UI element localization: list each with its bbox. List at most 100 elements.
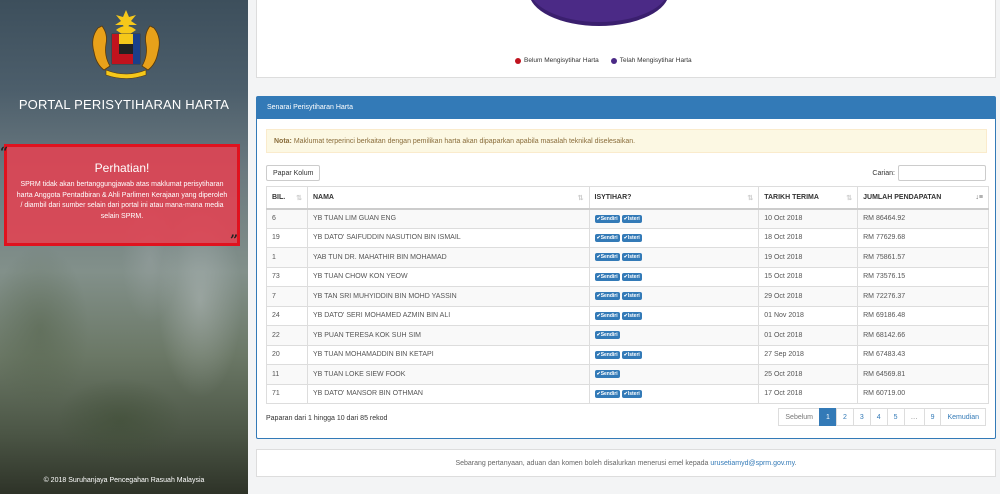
sort-desc-icon: ↓≡: [975, 194, 983, 201]
table-info: Paparan dari 1 hingga 10 dari 85 rekod: [266, 415, 388, 422]
pagination-prev-button[interactable]: Sebelum: [778, 408, 821, 426]
column-header-tarikh[interactable]: TARIKH TERIMA ⇅: [758, 186, 859, 210]
footer: Sebarang pertanyaan, aduan dan komen bol…: [256, 449, 996, 477]
table-row[interactable]: 24 YB DATO' SERI MOHAMED AZMIN BIN ALI ✔Se…: [266, 305, 989, 326]
declaration-table: BIL. ⇅ NAMA ⇅ ISYTIHAR? ⇅ TARIKH TERIMA ⇅ JU…: [266, 186, 989, 404]
table-row[interactable]: 19 YB DATO' SAIFUDDIN NASUTION BIN ISMAIL…: [266, 227, 989, 248]
footer-end: .: [794, 460, 797, 467]
search-label: Carian:: [872, 169, 895, 177]
table-row[interactable]: 11 YB TUAN LOKE SIEW FOOK ✔Sendiri 25 Oct 2…: [266, 364, 989, 385]
search-input[interactable]: [898, 165, 986, 181]
cell-tarikh: 27 Sep 2018: [758, 344, 859, 365]
cell-bil: 20: [266, 344, 308, 365]
column-header-bil[interactable]: BIL. ⇅: [266, 186, 308, 210]
column-header-isytihar[interactable]: ISYTIHAR? ⇅: [588, 186, 760, 210]
pagination-page-3[interactable]: 3: [852, 408, 871, 426]
pie-slice-telah: [533, 0, 665, 22]
cell-tarikh: 10 Oct 2018: [758, 208, 859, 229]
badge-sendiri: ✔Sendiri: [594, 311, 620, 320]
cell-nama: YB PUAN TERESA KOK SUH SIM: [306, 325, 590, 346]
sort-icon: ⇅: [296, 195, 302, 202]
badge-isteri: ✔Isteri: [621, 233, 642, 242]
cell-jumlah: RM 67483.43: [857, 344, 989, 365]
cell-jumlah: RM 73576.15: [857, 266, 989, 287]
badge-sendiri: ✔Sendiri: [594, 331, 620, 340]
cell-tarikh: 17 Oct 2018: [758, 383, 859, 404]
cell-isytihar: ✔Sendiri ✔Isteri: [588, 208, 760, 229]
cell-nama: YB TAN SRI MUHYIDDIN BIN MOHD YASSIN: [306, 286, 590, 307]
column-header-jumlah[interactable]: JUMLAH PENDAPATAN ↓≡: [857, 186, 989, 210]
badge-sendiri: ✔Sendiri: [594, 253, 620, 262]
table-row[interactable]: 1 YAB TUN DR. MAHATHIR BIN MOHAMAD ✔Sendir…: [266, 247, 989, 268]
alert-title: Perhatian!: [94, 161, 150, 175]
cell-tarikh: 01 Oct 2018: [758, 325, 859, 346]
portal-title: PORTAL PERISYTIHARAN HARTA: [18, 97, 230, 112]
cell-tarikh: 29 Oct 2018: [758, 286, 859, 307]
legend-dot-telah: [610, 57, 617, 64]
badge-isteri: ✔Isteri: [621, 350, 642, 359]
cell-isytihar: ✔Sendiri ✔Isteri: [588, 383, 760, 404]
cell-bil: 6: [266, 208, 308, 229]
cell-isytihar: ✔Sendiri ✔Isteri: [588, 344, 760, 365]
cell-isytihar: ✔Sendiri ✔Isteri: [588, 227, 760, 248]
close-quote-icon: ”: [230, 233, 239, 249]
cell-nama: YB DATO' SAIFUDDIN NASUTION BIN ISMAIL: [306, 227, 590, 248]
cell-jumlah: RM 60719.00: [857, 383, 989, 404]
chart-panel: Belum Mengisytihar Harta Telah Mengisyti…: [256, 0, 996, 78]
chart-legend: Belum Mengisytihar Harta Telah Mengisyti…: [515, 57, 692, 64]
badge-isteri: ✔Isteri: [621, 214, 642, 223]
pagination-page-1[interactable]: 1: [819, 408, 837, 426]
cell-bil: 24: [266, 305, 308, 326]
cell-isytihar: ✔Sendiri ✔Isteri: [588, 266, 760, 287]
pagination-page-2[interactable]: 2: [835, 408, 854, 426]
cell-jumlah: RM 77629.68: [857, 227, 989, 248]
sidebar: PORTAL PERISYTIHARAN HARTA Perhatian! SP…: [0, 0, 248, 494]
cell-jumlah: RM 75861.57: [857, 247, 989, 268]
column-header-nama[interactable]: NAMA ⇅: [306, 186, 590, 210]
open-quote-icon: “: [0, 145, 9, 161]
panel-heading: Senarai Perisytiharan Harta: [257, 97, 995, 119]
copyright: © 2018 Suruhanjaya Pencegahan Rasuah Mal…: [43, 477, 205, 484]
cell-bil: 73: [266, 266, 308, 287]
cell-tarikh: 01 Nov 2018: [758, 305, 859, 326]
table-row[interactable]: 73 YB TUAN CHOW KON YEOW ✔Sendiri ✔Isteri 15…: [266, 266, 989, 287]
table-row[interactable]: 22 YB PUAN TERESA KOK SUH SIM ✔Sendiri 01 O…: [266, 325, 989, 346]
badge-isteri: ✔Isteri: [621, 253, 642, 262]
badge-sendiri: ✔Sendiri: [594, 370, 620, 379]
cell-jumlah: RM 72276.37: [857, 286, 989, 307]
cell-bil: 11: [266, 364, 308, 385]
table-row[interactable]: 6 YB TUAN LIM GUAN ENG ✔Sendiri ✔Isteri 10 O…: [266, 208, 989, 229]
badge-sendiri: ✔Sendiri: [594, 214, 620, 223]
pagination-page-9[interactable]: 9: [923, 408, 942, 426]
table-row[interactable]: 20 YB TUAN MOHAMADDIN BIN KETAPI ✔Sendiri ✔…: [266, 344, 989, 365]
badge-sendiri: ✔Sendiri: [594, 350, 620, 359]
table-body: 6 YB TUAN LIM GUAN ENG ✔Sendiri ✔Isteri 10 O…: [266, 208, 989, 404]
legend-item-telah[interactable]: Telah Mengisytihar Harta: [610, 57, 692, 64]
table-row[interactable]: 7 YB TAN SRI MUHYIDDIN BIN MOHD YASSIN ✔Se…: [266, 286, 989, 307]
cell-isytihar: ✔Sendiri: [588, 364, 760, 385]
note-label: Nota:: [274, 138, 292, 145]
cell-nama: YB TUAN CHOW KON YEOW: [306, 266, 590, 287]
badge-isteri: ✔Isteri: [621, 311, 642, 320]
cell-bil: 19: [266, 227, 308, 248]
footer-text: Sebarang pertanyaan, aduan dan komen bol…: [455, 460, 711, 467]
cell-bil: 71: [266, 383, 308, 404]
pagination-page-4[interactable]: 4: [869, 408, 888, 426]
cell-isytihar: ✔Sendiri ✔Isteri: [588, 305, 760, 326]
malaysia-coat-of-arms-logo: [92, 10, 160, 79]
column-visibility-button[interactable]: Papar Kolum: [266, 165, 321, 181]
pagination-next-button[interactable]: Kemudian: [940, 408, 986, 426]
pagination-page-5[interactable]: 5: [886, 408, 905, 426]
cell-isytihar: ✔Sendiri ✔Isteri: [588, 286, 760, 307]
badge-isteri: ✔Isteri: [621, 389, 642, 398]
cell-isytihar: ✔Sendiri: [588, 325, 760, 346]
declaration-list-panel: Senarai Perisytiharan Harta Nota: Maklum…: [256, 96, 996, 439]
pagination-ellipsis[interactable]: …: [903, 408, 925, 426]
badge-isteri: ✔Isteri: [621, 272, 642, 281]
footer-email-link[interactable]: urusetiamyd@sprm.gov.my: [710, 460, 794, 467]
legend-item-belum[interactable]: Belum Mengisytihar Harta: [515, 57, 599, 64]
table-row[interactable]: 71 YB DATO' MANSOR BIN OTHMAN ✔Sendiri ✔Ist…: [266, 383, 989, 404]
alert-text: SPRM tidak akan bertanggungjawab atas ma…: [16, 181, 228, 220]
cell-isytihar: ✔Sendiri ✔Isteri: [588, 247, 760, 268]
badge-sendiri: ✔Sendiri: [594, 292, 620, 301]
